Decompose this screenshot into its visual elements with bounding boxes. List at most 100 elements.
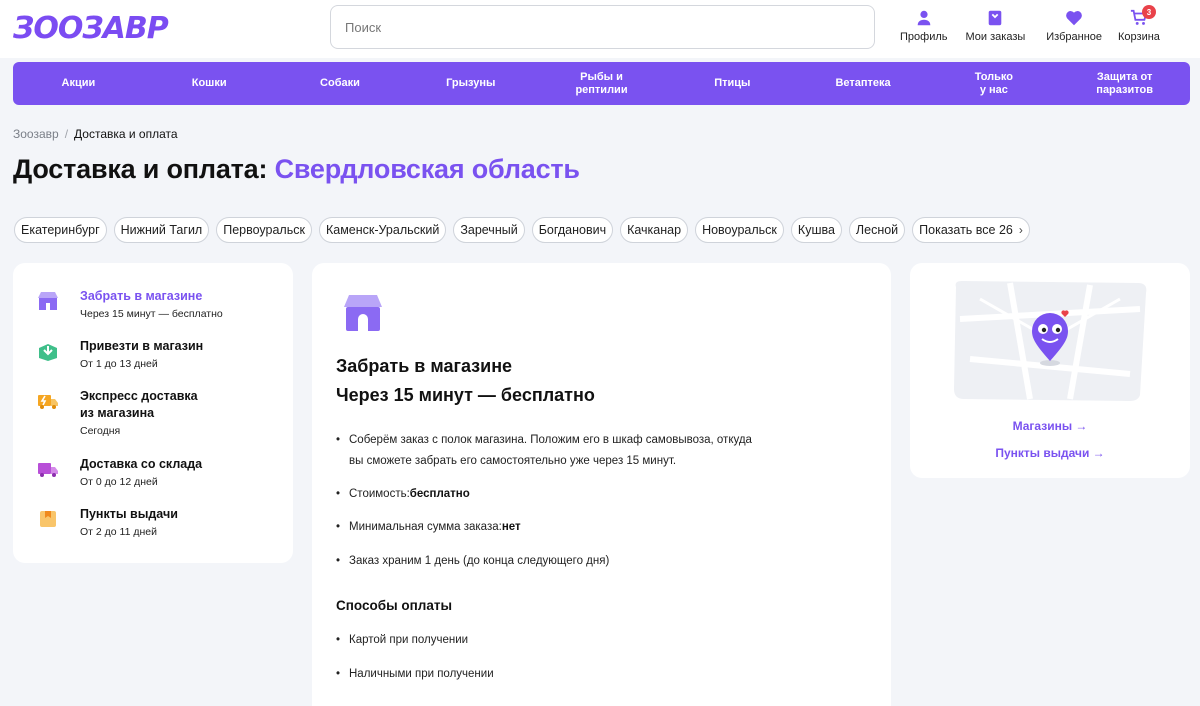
page-title: Доставка и оплата: Свердловская область [13, 154, 580, 185]
bullet-text: вы сможете забрать его самостоятельно уж… [349, 455, 677, 467]
nav-item-parasites[interactable]: Защита от паразитов [1059, 71, 1190, 97]
favorites-label: Избранное [1046, 31, 1103, 43]
show-all-label: Показать все 26 [919, 223, 1013, 237]
detail-title-line2: Через 15 минут — бесплатно [336, 385, 595, 405]
bullet-item: • Заказ храним 1 день (до конца следующег… [336, 551, 609, 572]
show-all-cities-button[interactable]: Показать все 26 › [912, 217, 1030, 243]
parcel-icon [40, 511, 56, 527]
category-nav: Акции Кошки Собаки Грызуны Рыбы и рептил… [13, 62, 1190, 105]
chevron-right-icon: › [1018, 223, 1023, 237]
orders-link[interactable]: Мои заказы [965, 9, 1026, 43]
breadcrumb-separator: / [64, 127, 69, 141]
logo[interactable]: ЗООЗАВР [13, 10, 169, 46]
breadcrumb-current: Доставка и оплата [74, 127, 178, 141]
nav-item-dogs[interactable]: Собаки [275, 77, 406, 90]
bullet-dot: • [336, 634, 341, 646]
box-arrow-icon [39, 344, 57, 361]
page-title-main: Доставка и оплата: [13, 154, 275, 184]
bullet-dot: • [336, 555, 341, 567]
cart-label: Корзина [1118, 31, 1160, 43]
city-chip[interactable]: Нижний Тагил [113, 217, 210, 243]
method-warehouse[interactable]: Доставка со склада От 0 до 12 дней [37, 456, 202, 488]
nav-item-cats[interactable]: Кошки [144, 77, 275, 90]
bullet-dot: • [336, 488, 341, 500]
method-sub: Через 15 минут — бесплатно [80, 308, 223, 320]
nav-item-promo[interactable]: Акции [13, 77, 144, 90]
method-title: Экспресс доставка из магазина [80, 389, 198, 420]
method-pickup-store[interactable]: Забрать в магазине Через 15 минут — беспл… [37, 288, 223, 320]
header-actions: Профиль Мои заказы Избранное 3 Корзина [900, 5, 1160, 43]
user-icon [917, 10, 931, 26]
bullet-text: Заказ храним 1 день (до конца следующего… [349, 555, 610, 567]
orders-icon [989, 10, 1002, 26]
nav-item-rodents[interactable]: Грызуны [405, 77, 536, 90]
nav-item-fish[interactable]: Рыбы и рептилии [536, 71, 667, 97]
store-icon [344, 295, 382, 331]
city-chip[interactable]: Богданович [531, 217, 614, 243]
city-chip[interactable]: Качканар [620, 217, 689, 243]
breadcrumb: Зоозавр / Доставка и оплата [13, 127, 178, 141]
bullet-dot: • [336, 434, 341, 446]
bullet-item: • Соберём заказ с полок магазина. Положим… [336, 430, 752, 472]
map-card: Магазины → Пункты выдачи → [910, 263, 1190, 478]
logo-text: ЗООЗАВР [13, 10, 169, 46]
method-sub: Сегодня [80, 425, 121, 437]
truck-icon [38, 463, 58, 477]
bullet-text: Соберём заказ с полок магазина. Положим … [349, 434, 752, 446]
heart-icon [1066, 11, 1082, 26]
profile-label: Профиль [900, 31, 948, 43]
nav-item-pharmacy[interactable]: Ветаптека [798, 77, 929, 90]
city-chip[interactable]: Кушва [790, 217, 842, 243]
city-chip[interactable]: Екатеринбург [14, 217, 107, 243]
orders-label: Мои заказы [965, 31, 1026, 43]
detail-title-line1: Забрать в магазине [336, 356, 513, 376]
favorites-link[interactable]: Избранное [1046, 9, 1102, 43]
page-title-region[interactable]: Свердловская область [275, 154, 580, 184]
nav-item-exclusive[interactable]: Только у нас [928, 71, 1059, 97]
min-order-value: нет [501, 521, 521, 533]
bullet-item: • Стоимость: бесплатно [336, 484, 470, 505]
method-sub: От 2 до 11 дней [80, 526, 157, 538]
search-input[interactable] [330, 5, 875, 49]
bullet-item: • Минимальная сумма заказа: нет [336, 517, 521, 538]
cost-label: Стоимость: [349, 488, 410, 500]
payment-option: Наличными при получении [349, 668, 494, 680]
city-chip[interactable]: Заречный [453, 217, 525, 243]
store-icon [38, 292, 58, 310]
method-title: Привезти в магазин [80, 339, 204, 353]
method-pickup-points[interactable]: Пункты выдачи От 2 до 11 дней [37, 506, 178, 538]
method-sub: От 0 до 12 дней [80, 476, 158, 488]
method-bring-to-store[interactable]: Привезти в магазин От 1 до 13 дней [37, 338, 203, 370]
city-chip[interactable]: Новоуральск [695, 217, 784, 243]
cart-link[interactable]: 3 Корзина [1118, 5, 1160, 43]
method-title: Пункты выдачи [80, 507, 178, 521]
bullet-item: • Картой при получении [336, 630, 468, 651]
pickup-points-link[interactable]: Пункты выдачи → [910, 446, 1190, 460]
payment-option: Картой при получении [349, 634, 469, 646]
header: ЗООЗАВР Профиль Мои заказы Избранное 3 К… [0, 0, 1200, 58]
method-title: Забрать в магазине [80, 289, 203, 303]
city-chip[interactable]: Каменск-Уральский [318, 217, 447, 243]
cost-value: бесплатно [409, 488, 470, 500]
method-express[interactable]: Экспресс доставка из магазина Сегодня [37, 388, 198, 437]
detail-title: Забрать в магазине Через 15 минут — бесп… [336, 352, 595, 410]
city-chip[interactable]: Лесной [848, 217, 906, 243]
nav-item-birds[interactable]: Птицы [667, 77, 798, 90]
method-title: Доставка со склада [80, 457, 203, 471]
delivery-detail-card: Забрать в магазине Через 15 минут — бесп… [312, 263, 891, 706]
min-order-label: Минимальная сумма заказа: [349, 521, 502, 533]
city-chips: Екатеринбург Нижний Тагил Первоуральск К… [14, 217, 1037, 243]
delivery-methods-card: Забрать в магазине Через 15 минут — беспл… [13, 263, 293, 563]
bullet-dot: • [336, 521, 341, 533]
profile-link[interactable]: Профиль [900, 9, 948, 43]
payment-title: Способы оплаты [336, 598, 452, 613]
breadcrumb-home[interactable]: Зоозавр [13, 127, 59, 141]
stores-link[interactable]: Магазины → [910, 419, 1190, 433]
city-chip[interactable]: Первоуральск [216, 217, 312, 243]
express-truck-icon [38, 395, 58, 409]
bullet-dot: • [336, 668, 341, 680]
bullet-item: • Наличными при получении [336, 664, 494, 685]
map-illustration [954, 281, 1147, 401]
method-sub: От 1 до 13 дней [80, 358, 158, 370]
cart-badge: 3 [1141, 5, 1156, 19]
